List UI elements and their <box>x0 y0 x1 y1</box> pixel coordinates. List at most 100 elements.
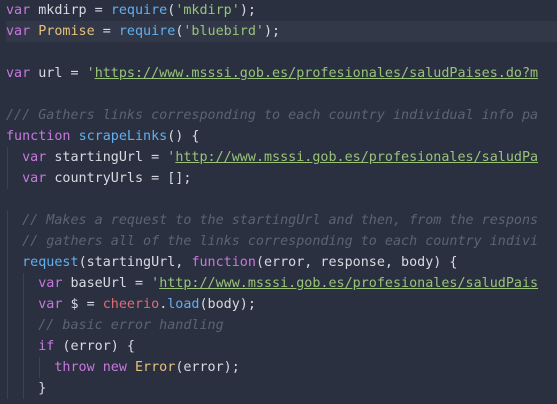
code-token: require <box>118 24 176 39</box>
code-token: (body); <box>199 297 256 312</box>
code-token: ); <box>239 3 256 18</box>
code-token: startingUrl = <box>46 150 168 165</box>
code-token: var <box>6 24 31 39</box>
indent-guide <box>7 147 8 168</box>
code-line[interactable]: var $ = cheerio.load(body); <box>6 294 557 315</box>
indent-guide <box>7 315 8 336</box>
code-token: var <box>38 276 63 291</box>
code-token: ); <box>264 24 281 39</box>
indent-guide <box>7 210 8 231</box>
code-token: var <box>6 66 31 81</box>
code-token: // gathers all of the links correspondin… <box>22 234 539 249</box>
code-token: () { <box>167 129 200 144</box>
code-token: 'mkdirp' <box>175 3 240 18</box>
code-line[interactable] <box>6 189 557 210</box>
code-token: Error <box>135 360 176 375</box>
indent-guide <box>39 357 41 378</box>
code-line[interactable]: throw new Error(error); <box>6 357 557 378</box>
code-token[interactable]: http://www.msssi.gob.es/profesionales/sa… <box>159 276 538 291</box>
indent-guide <box>23 273 25 294</box>
code-token: cheerio <box>102 297 160 312</box>
code-line[interactable]: function scrapeLinks() { <box>6 126 557 147</box>
code-token: // basic error handling <box>38 318 224 333</box>
indent-guide <box>23 294 25 315</box>
indent-guide <box>23 357 25 378</box>
code-line[interactable]: } <box>6 378 557 399</box>
code-token: (error, response, body) { <box>255 255 458 270</box>
indent-guide <box>7 357 8 378</box>
code-line[interactable]: // Makes a request to the startingUrl an… <box>6 210 557 231</box>
indent-guide <box>23 378 25 399</box>
code-token: load <box>167 297 200 312</box>
code-token: // Makes a request to the startingUrl an… <box>22 213 539 228</box>
code-lines[interactable]: var mkdirp = require('mkdirp'); var Promi… <box>0 0 557 399</box>
indent-guide <box>7 294 8 315</box>
code-token: $ = <box>62 297 103 312</box>
code-token: if <box>38 339 55 354</box>
code-token: (startingUrl, <box>78 255 192 270</box>
code-token[interactable]: https://www.msssi.gob.es/profesionales/s… <box>95 66 538 81</box>
indent-guide <box>7 378 8 399</box>
code-token: ' <box>151 276 160 291</box>
code-line[interactable]: var mkdirp = require('mkdirp'); <box>6 0 557 21</box>
code-token: new <box>102 360 127 375</box>
code-token: var <box>22 150 47 165</box>
code-line[interactable]: /// Gathers links corresponding to each … <box>6 105 557 126</box>
code-token: throw <box>54 360 95 375</box>
code-token: function <box>6 129 71 144</box>
code-token: var <box>22 171 47 186</box>
code-token: ' <box>86 66 95 81</box>
code-line[interactable]: var Promise = require('bluebird'); <box>0 21 557 42</box>
indent-guide <box>23 315 25 336</box>
code-editor[interactable]: var mkdirp = require('mkdirp'); var Promi… <box>0 0 557 404</box>
code-line[interactable]: request(startingUrl, function(error, res… <box>6 252 557 273</box>
code-line[interactable]: // basic error handling <box>6 315 557 336</box>
code-line[interactable]: if (error) { <box>6 336 557 357</box>
code-line[interactable]: var countryUrls = []; <box>6 168 557 189</box>
code-line[interactable]: var url = 'https://www.msssi.gob.es/prof… <box>6 63 557 84</box>
code-token: (error); <box>175 360 240 375</box>
code-token: request <box>22 255 79 270</box>
code-token: 'bluebird' <box>183 24 264 39</box>
code-line[interactable] <box>6 84 557 105</box>
indent-guide <box>23 336 25 357</box>
code-token: /// Gathers links corresponding to each … <box>6 108 539 123</box>
code-token: var <box>38 297 63 312</box>
code-token: baseUrl = <box>62 276 152 291</box>
code-line[interactable]: var startingUrl = 'http://www.msssi.gob.… <box>6 147 557 168</box>
indent-guide <box>7 252 8 273</box>
code-line[interactable]: var baseUrl = 'http://www.msssi.gob.es/p… <box>6 273 557 294</box>
code-token: var <box>6 3 31 18</box>
code-token: url = <box>30 66 87 81</box>
code-token: function <box>191 255 256 270</box>
indent-guide <box>7 231 8 252</box>
code-token: countryUrls = []; <box>46 171 192 186</box>
indent-guide <box>7 168 8 189</box>
indent-guide <box>7 273 8 294</box>
code-token: require <box>110 3 168 18</box>
code-line[interactable] <box>6 42 557 63</box>
indent-guide <box>7 336 8 357</box>
code-token: Promise <box>38 24 95 39</box>
code-token: (error) { <box>54 339 135 354</box>
code-token: scrapeLinks <box>78 129 168 144</box>
code-line[interactable]: // gathers all of the links correspondin… <box>6 231 557 252</box>
code-token[interactable]: http://www.msssi.gob.es/profesionales/sa… <box>175 150 538 165</box>
code-token: mkdirp = <box>30 3 111 18</box>
code-token: } <box>38 381 47 396</box>
code-token: = <box>94 24 119 39</box>
